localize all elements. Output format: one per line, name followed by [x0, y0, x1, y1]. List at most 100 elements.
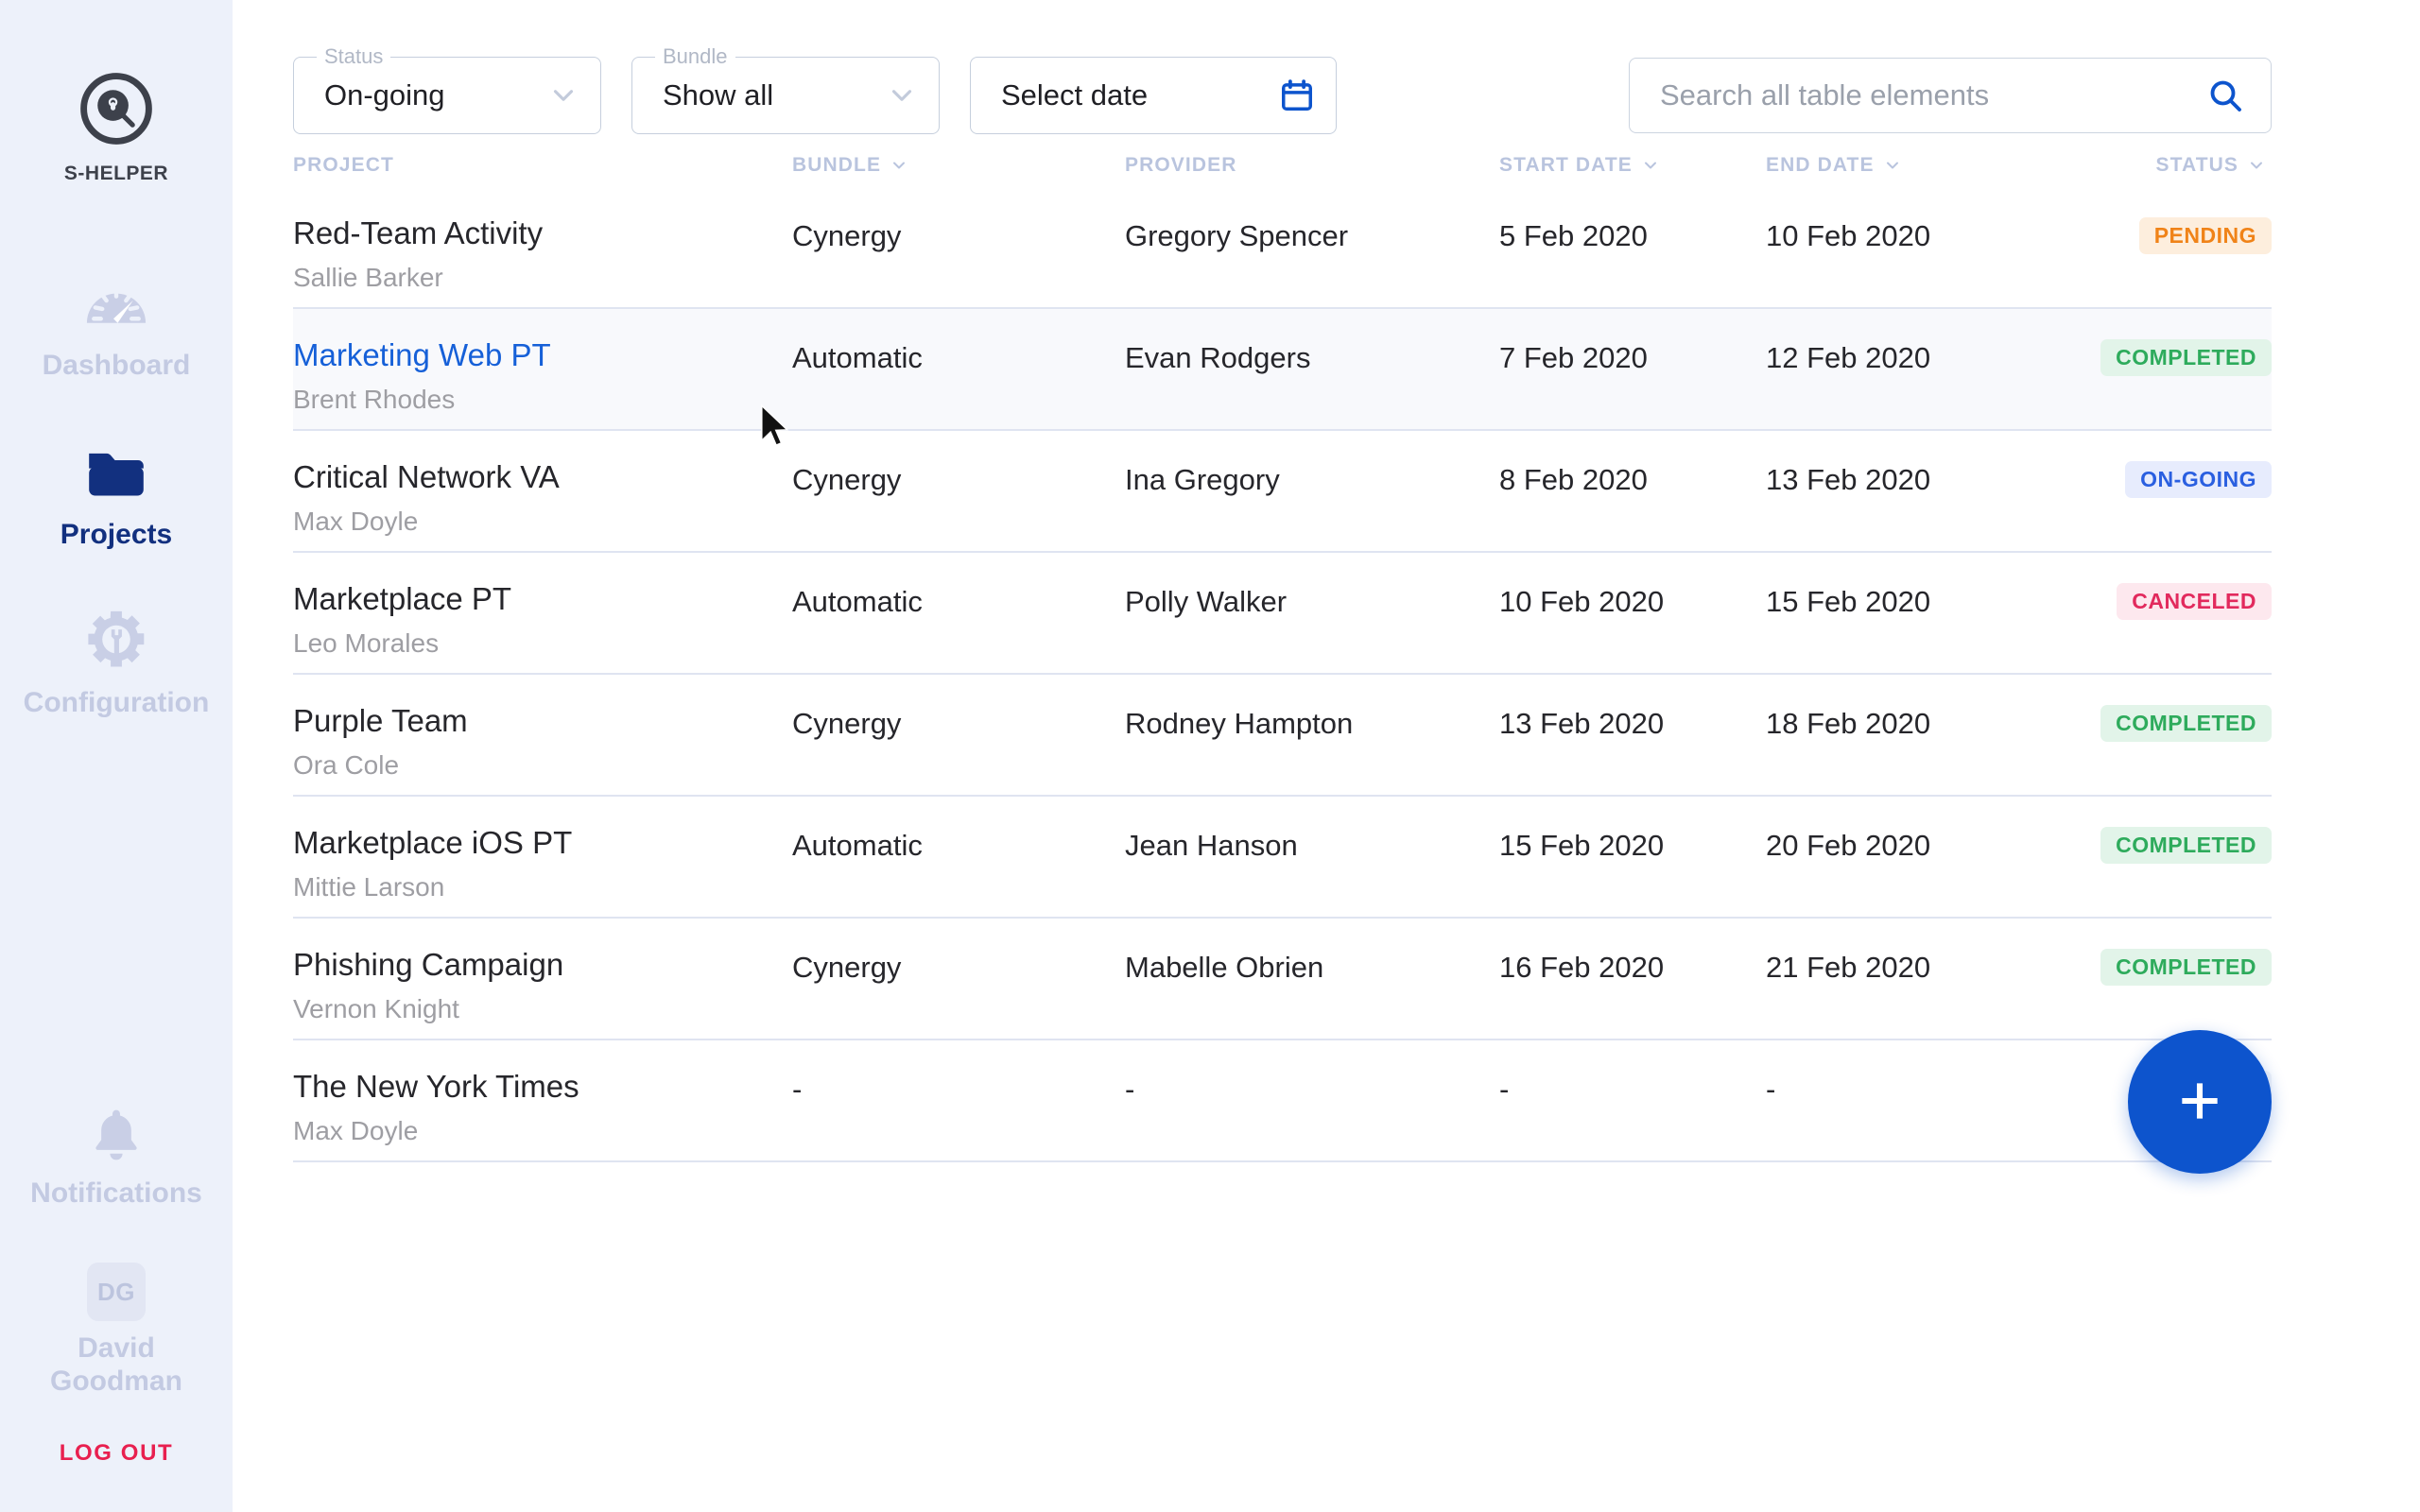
- chevron-down-icon[interactable]: [886, 79, 918, 112]
- user-block[interactable]: DG David Goodman: [45, 1263, 187, 1399]
- gear-wrench-icon: [79, 604, 153, 678]
- table-row[interactable]: Purple Team Ora Cole Cynergy Rodney Hampton…: [293, 675, 2272, 797]
- date-picker-value: Select date: [1001, 78, 1149, 112]
- search-box[interactable]: [1629, 58, 2272, 133]
- cell-project[interactable]: Purple Team Ora Cole: [293, 705, 792, 779]
- date-picker[interactable]: Select date: [970, 57, 1337, 134]
- column-header-label: PROVIDER: [1125, 154, 1237, 176]
- column-header-label: STATUS: [2155, 154, 2238, 176]
- cell-start-date: 15 Feb 2020: [1499, 829, 1665, 862]
- project-title[interactable]: Marketplace PT: [293, 583, 792, 614]
- cell-provider: Jean Hanson: [1125, 829, 1298, 862]
- sidebar-item-configuration[interactable]: Configuration: [0, 604, 233, 720]
- table-body: Red-Team Activity Sallie Barker Cynergy Gre…: [293, 187, 2272, 1162]
- cell-provider: Rodney Hampton: [1125, 707, 1354, 740]
- bundle-filter-value: Show all: [663, 78, 774, 112]
- cell-end-date: 13 Feb 2020: [1766, 463, 1931, 496]
- table-row[interactable]: The New York TimesMax Doyle----DRAFT: [293, 1040, 2272, 1162]
- cell-status: ON-GOING: [2099, 461, 2272, 498]
- sidebar-item-label: Configuration: [23, 687, 210, 718]
- chevron-down-icon[interactable]: [1883, 156, 1902, 175]
- notifications-label: Notifications: [30, 1177, 202, 1210]
- project-title[interactable]: The New York Times: [293, 1071, 792, 1102]
- cell-project[interactable]: Phishing Campaign Vernon Knight: [293, 949, 792, 1022]
- folder-icon: [79, 436, 153, 509]
- project-title[interactable]: Marketplace iOS PT: [293, 827, 792, 858]
- cell-project[interactable]: Marketplace PT Leo Morales: [293, 583, 792, 657]
- cell-project[interactable]: Red-Team Activity Sallie Barker: [293, 217, 792, 291]
- calendar-icon[interactable]: [1279, 77, 1315, 113]
- column-header-status[interactable]: STATUS: [2099, 154, 2266, 177]
- chevron-down-icon[interactable]: [547, 79, 579, 112]
- status-filter-select[interactable]: Status On-going: [293, 46, 601, 134]
- status-badge: ON-GOING: [2125, 461, 2272, 498]
- sidebar-item-notifications[interactable]: Notifications: [30, 1100, 202, 1210]
- add-project-button[interactable]: [2128, 1030, 2272, 1174]
- chevron-down-icon[interactable]: [2247, 156, 2266, 175]
- table-row[interactable]: Marketplace PT Leo Morales Automatic Polly …: [293, 553, 2272, 675]
- cell-project[interactable]: Marketplace iOS PT Mittie Larson: [293, 827, 792, 901]
- speedometer-icon: [79, 266, 153, 340]
- cell-end-date: 18 Feb 2020: [1766, 707, 1931, 740]
- cell-status: PENDING: [2099, 217, 2272, 254]
- table-row[interactable]: Marketplace iOS PT Mittie Larson Automatic…: [293, 797, 2272, 919]
- table-row[interactable]: Marketing Web PT Brent Rhodes Automatic Eva…: [293, 309, 2272, 431]
- column-header-provider[interactable]: PROVIDER: [1125, 154, 1499, 177]
- cell-bundle: Automatic: [792, 341, 923, 374]
- bell-icon: [81, 1100, 151, 1170]
- log-out-button[interactable]: LOG OUT: [60, 1440, 174, 1467]
- cell-start-date: -: [1499, 1073, 1510, 1106]
- project-title[interactable]: Red-Team Activity: [293, 217, 792, 249]
- cell-start-date: 10 Feb 2020: [1499, 585, 1665, 618]
- cell-start-date: 5 Feb 2020: [1499, 219, 1648, 252]
- search-input[interactable]: [1660, 78, 2206, 112]
- column-header-start-date[interactable]: START DATE: [1499, 154, 1766, 177]
- table-header-row: PROJECT BUNDLE PROVIDER START DATE END D…: [293, 144, 2272, 187]
- project-title[interactable]: Phishing Campaign: [293, 949, 792, 980]
- project-title[interactable]: Marketing Web PT: [293, 339, 792, 370]
- search-icon[interactable]: [2206, 77, 2244, 114]
- cell-provider: Evan Rodgers: [1125, 341, 1311, 374]
- table-row[interactable]: Phishing Campaign Vernon Knight Cynergy Mab…: [293, 919, 2272, 1040]
- cell-provider: -: [1125, 1073, 1135, 1106]
- project-owner: Max Doyle: [293, 507, 419, 536]
- cell-start-date: 13 Feb 2020: [1499, 707, 1665, 740]
- sidebar-item-dashboard[interactable]: Dashboard: [0, 266, 233, 383]
- cell-bundle: Automatic: [792, 585, 923, 618]
- cell-status: COMPLETED: [2099, 705, 2272, 742]
- chevron-down-icon[interactable]: [890, 156, 908, 175]
- cell-provider: Ina Gregory: [1125, 463, 1280, 496]
- status-badge: COMPLETED: [2100, 827, 2272, 864]
- app-root: S-HELPER Dashboard Projects Configuratio…: [0, 0, 2420, 1512]
- status-badge: PENDING: [2138, 217, 2272, 254]
- cell-end-date: -: [1766, 1073, 1776, 1106]
- cell-start-date: 7 Feb 2020: [1499, 341, 1648, 374]
- cell-project[interactable]: Marketing Web PT Brent Rhodes: [293, 339, 792, 413]
- main-content: Status On-going Bundle Show all Select d…: [233, 0, 2420, 1512]
- bundle-filter-select[interactable]: Bundle Show all: [631, 46, 940, 134]
- user-name: David Goodman: [50, 1332, 182, 1398]
- sidebar-item-projects[interactable]: Projects: [0, 436, 233, 552]
- table-row[interactable]: Critical Network VA Max Doyle Cynergy Ina G…: [293, 431, 2272, 553]
- column-header-bundle[interactable]: BUNDLE: [792, 154, 1125, 177]
- chevron-down-icon[interactable]: [1641, 156, 1660, 175]
- project-owner: Ora Cole: [293, 750, 400, 780]
- cell-end-date: 10 Feb 2020: [1766, 219, 1931, 252]
- column-header-project[interactable]: PROJECT: [293, 154, 792, 177]
- project-owner: Max Doyle: [293, 1116, 419, 1145]
- project-owner: Brent Rhodes: [293, 385, 456, 414]
- column-header-label: START DATE: [1499, 154, 1633, 176]
- brand-name: S-HELPER: [63, 163, 169, 184]
- column-header-label: BUNDLE: [792, 154, 882, 176]
- project-title[interactable]: Critical Network VA: [293, 461, 792, 492]
- sidebar-nav: Dashboard Projects Configuration: [0, 266, 233, 773]
- cell-end-date: 15 Feb 2020: [1766, 585, 1931, 618]
- cell-provider: Mabelle Obrien: [1125, 951, 1324, 984]
- cell-project[interactable]: The New York Times Max Doyle: [293, 1071, 792, 1144]
- cell-project[interactable]: Critical Network VA Max Doyle: [293, 461, 792, 535]
- cell-bundle: Cynergy: [792, 707, 902, 740]
- table-row[interactable]: Red-Team Activity Sallie Barker Cynergy Gre…: [293, 187, 2272, 309]
- column-header-end-date[interactable]: END DATE: [1766, 154, 2099, 177]
- status-badge: COMPLETED: [2100, 705, 2272, 742]
- project-title[interactable]: Purple Team: [293, 705, 792, 736]
